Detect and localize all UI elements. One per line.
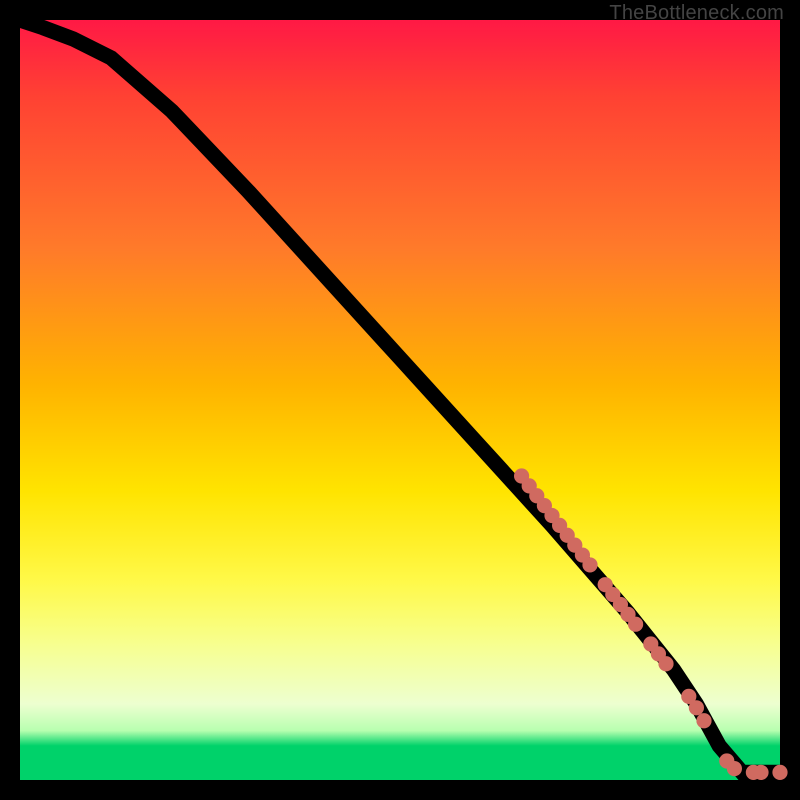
data-marker [689,700,704,715]
data-marker [772,765,787,780]
data-marker [696,713,711,728]
chart-frame: TheBottleneck.com [20,20,780,780]
data-marker [628,617,643,632]
chart-svg [20,20,780,780]
data-marker [727,761,742,776]
data-marker [582,557,597,572]
data-marker [658,656,673,671]
data-marker [753,765,768,780]
marker-group [514,468,788,780]
